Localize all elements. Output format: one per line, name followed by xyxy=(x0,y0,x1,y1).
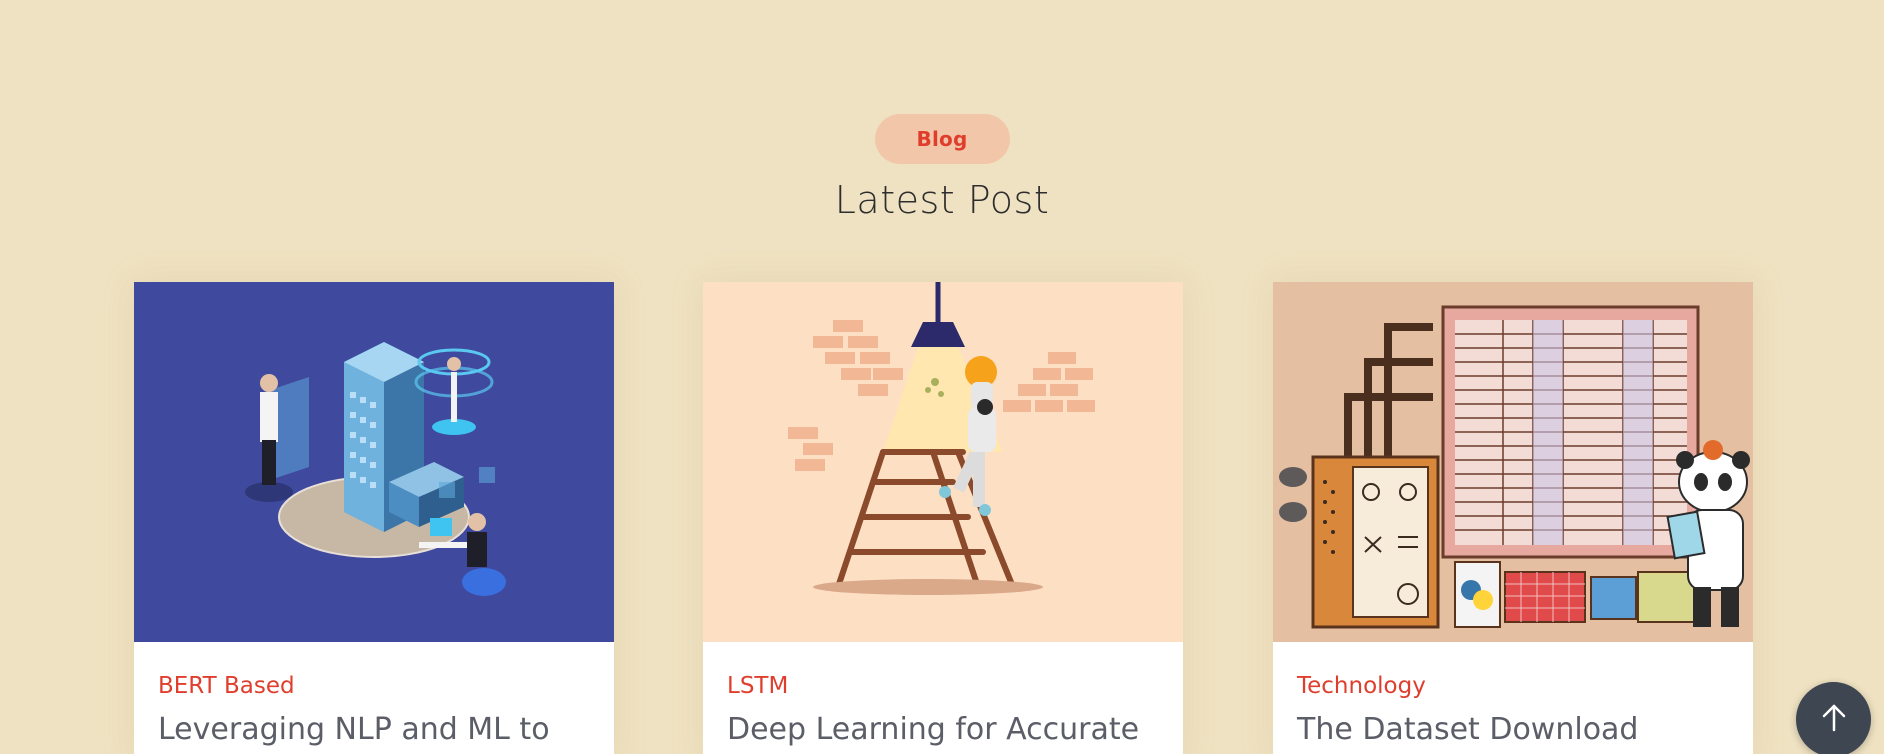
post-thumbnail-dataset[interactable] xyxy=(1273,282,1753,642)
arrow-up-icon xyxy=(1822,704,1846,732)
post-category[interactable]: Technology xyxy=(1297,672,1729,700)
post-card[interactable]: LSTM Deep Learning for Accurate xyxy=(703,282,1183,754)
post-thumbnail-lstm[interactable] xyxy=(703,282,1183,642)
section-title: Latest Post xyxy=(834,178,1050,222)
panda-dataset-illustration xyxy=(1273,282,1753,642)
post-card[interactable]: Technology The Dataset Download xyxy=(1273,282,1753,754)
post-title[interactable]: Deep Learning for Accurate xyxy=(727,712,1159,748)
post-category[interactable]: BERT Based xyxy=(158,672,590,700)
post-card-body: LSTM Deep Learning for Accurate xyxy=(703,642,1183,748)
scroll-to-top-button[interactable] xyxy=(1796,682,1871,754)
post-card[interactable]: BERT Based Leveraging NLP and ML to xyxy=(134,282,614,754)
post-card-body: Technology The Dataset Download xyxy=(1273,642,1753,748)
blog-section: Blog Latest Post BERT Based Leveraging N… xyxy=(0,0,1884,754)
post-thumbnail-nlp[interactable] xyxy=(134,282,614,642)
post-title[interactable]: Leveraging NLP and ML to xyxy=(158,712,590,748)
post-category[interactable]: LSTM xyxy=(727,672,1159,700)
nlp-illustration xyxy=(134,282,614,642)
blog-badge: Blog xyxy=(874,114,1010,164)
section-header: Blog Latest Post xyxy=(0,114,1884,222)
post-card-body: BERT Based Leveraging NLP and ML to xyxy=(134,642,614,748)
post-title[interactable]: The Dataset Download xyxy=(1297,712,1729,748)
robot-ladder-illustration xyxy=(703,282,1183,642)
